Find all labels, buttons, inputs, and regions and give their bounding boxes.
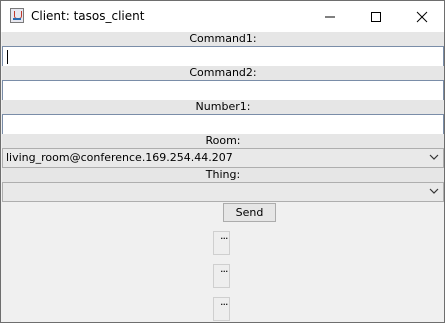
thing-label: Thing: xyxy=(2,168,444,182)
command1-field[interactable] xyxy=(2,46,444,67)
minimize-button[interactable] xyxy=(307,1,353,32)
number1-label: Number1: xyxy=(2,100,444,114)
extra-button-1-label: ... xyxy=(220,229,228,242)
maximize-button[interactable] xyxy=(353,1,399,32)
command2-label: Command2: xyxy=(2,66,444,80)
command2-field[interactable] xyxy=(2,80,444,101)
room-label: Room: xyxy=(2,134,444,148)
window-title: Client: tasos_client xyxy=(31,9,145,23)
thing-select[interactable] xyxy=(2,182,444,202)
extra-button-3-label: ... xyxy=(220,295,228,308)
close-button[interactable] xyxy=(399,1,444,32)
text-caret xyxy=(7,50,8,64)
close-icon xyxy=(416,11,428,23)
command1-label: Command1: xyxy=(2,32,444,46)
maximize-icon xyxy=(371,12,381,22)
extra-button-2-label: ... xyxy=(220,262,228,275)
minimize-icon xyxy=(325,16,335,18)
title-bar[interactable]: Client: tasos_client xyxy=(1,1,444,32)
room-select[interactable]: living_room@conference.169.254.44.207 xyxy=(2,148,444,168)
send-button[interactable]: Send xyxy=(223,203,276,222)
number1-field[interactable] xyxy=(2,114,444,135)
chevron-down-icon xyxy=(429,188,439,194)
client-window: Client: tasos_client Command1: Command2:… xyxy=(0,0,445,323)
java-cup-icon xyxy=(10,8,24,23)
room-selected-value: living_room@conference.169.254.44.207 xyxy=(6,151,233,164)
chevron-down-icon xyxy=(429,154,439,160)
